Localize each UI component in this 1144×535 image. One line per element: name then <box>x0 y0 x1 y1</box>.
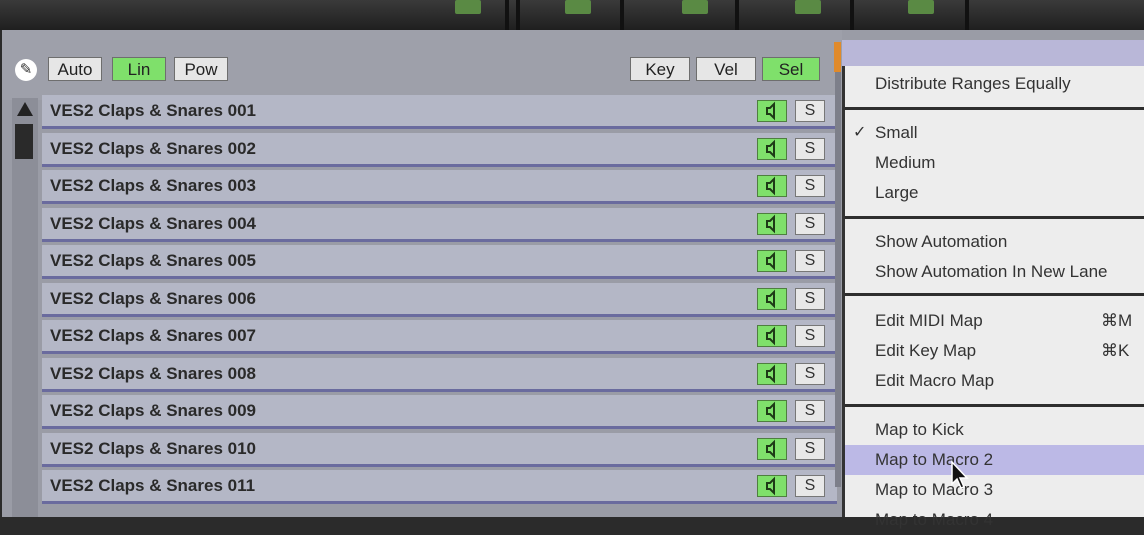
divider <box>850 0 854 30</box>
speaker-icon[interactable] <box>757 475 787 497</box>
chain-row[interactable]: VES2 Claps & Snares 008 S <box>42 357 837 392</box>
context-menu: Distribute Ranges Equally ✓ Small Medium … <box>842 66 1144 529</box>
chain-name: VES2 Claps & Snares 006 <box>50 288 257 308</box>
auto-button[interactable]: Auto <box>48 57 102 81</box>
menu-item-edit-key-map[interactable]: Edit Key Map ⌘K <box>845 336 1144 366</box>
divider <box>505 0 509 30</box>
checkmark-icon: ✓ <box>853 124 867 141</box>
chain-toolbar: ✎ Auto Lin Pow Key Vel Sel <box>2 30 842 100</box>
chain-row[interactable]: VES2 Claps & Snares 001 S <box>42 95 837 129</box>
solo-button[interactable]: S <box>795 437 825 460</box>
solo-button[interactable]: S <box>795 100 825 122</box>
chain-row[interactable]: VES2 Claps & Snares 005 S <box>42 245 837 279</box>
wrench-icon[interactable]: ✎ <box>15 59 37 81</box>
scroll-thumb[interactable] <box>15 124 33 159</box>
chain-name: VES2 Claps & Snares 002 <box>50 138 257 158</box>
speaker-icon[interactable] <box>757 437 787 460</box>
menu-item-show-automation[interactable]: Show Automation <box>845 227 1144 257</box>
menu-item-map-to-macro-3[interactable]: Map to Macro 3 <box>845 475 1144 505</box>
solo-button[interactable]: S <box>795 250 825 272</box>
chain-name: VES2 Claps & Snares 010 <box>50 438 257 458</box>
track-button[interactable] <box>455 0 481 14</box>
speaker-icon[interactable] <box>757 100 787 122</box>
solo-button[interactable]: S <box>795 400 825 422</box>
chain-row[interactable]: VES2 Claps & Snares 006 S <box>42 282 837 317</box>
menu-item-distribute-ranges[interactable]: Distribute Ranges Equally <box>845 69 1144 99</box>
menu-item-edit-midi-map[interactable]: Edit MIDI Map ⌘M <box>845 306 1144 336</box>
divider <box>735 0 739 30</box>
speaker-icon[interactable] <box>757 250 787 272</box>
menu-item-small[interactable]: ✓ Small <box>845 118 1144 148</box>
divider <box>965 0 969 30</box>
menu-item-medium[interactable]: Medium <box>845 148 1144 178</box>
speaker-icon[interactable] <box>757 287 787 310</box>
menu-item-edit-macro-map[interactable]: Edit Macro Map <box>845 366 1144 396</box>
menu-item-large[interactable]: Large <box>845 178 1144 208</box>
scrollbar[interactable] <box>12 98 38 517</box>
solo-button[interactable]: S <box>795 287 825 310</box>
divider <box>620 0 624 30</box>
solo-button[interactable]: S <box>795 137 825 160</box>
chain-name: VES2 Claps & Snares 003 <box>50 176 257 195</box>
chain-name: VES2 Claps & Snares 009 <box>50 401 257 420</box>
menu-separator <box>845 404 1144 407</box>
chain-name: VES2 Claps & Snares 004 <box>50 213 257 233</box>
scroll-up-arrow-icon[interactable] <box>17 102 33 116</box>
speaker-icon[interactable] <box>757 175 787 197</box>
chain-row[interactable]: VES2 Claps & Snares 009 S <box>42 395 837 429</box>
chain-name: VES2 Claps & Snares 005 <box>50 251 257 270</box>
menu-item-map-to-macro-2[interactable]: Map to Macro 2 <box>845 445 1144 475</box>
track-button[interactable] <box>908 0 934 14</box>
range-editor-gutter <box>835 65 841 487</box>
solo-button[interactable]: S <box>795 212 825 235</box>
menu-separator <box>845 293 1144 296</box>
sel-button[interactable]: Sel <box>762 57 820 81</box>
chain-name: VES2 Claps & Snares 008 <box>50 363 257 383</box>
chain-name: VES2 Claps & Snares 001 <box>50 101 257 120</box>
chain-row[interactable]: VES2 Claps & Snares 007 S <box>42 320 837 354</box>
solo-button[interactable]: S <box>795 475 825 497</box>
track-button[interactable] <box>795 0 821 14</box>
pow-button[interactable]: Pow <box>174 57 228 81</box>
solo-button[interactable]: S <box>795 325 825 347</box>
mouse-cursor-icon <box>951 460 969 489</box>
solo-button[interactable]: S <box>795 362 825 385</box>
chain-row[interactable]: VES2 Claps & Snares 004 S <box>42 207 837 242</box>
speaker-icon[interactable] <box>757 212 787 235</box>
menu-separator <box>845 107 1144 110</box>
lin-button[interactable]: Lin <box>112 57 166 81</box>
solo-button[interactable]: S <box>795 175 825 197</box>
divider <box>516 0 520 30</box>
chain-row[interactable]: VES2 Claps & Snares 010 S <box>42 432 837 467</box>
menu-item-map-to-kick[interactable]: Map to Kick <box>845 415 1144 445</box>
chain-row[interactable]: VES2 Claps & Snares 011 S <box>42 470 837 504</box>
zone-editor-header <box>842 40 1144 68</box>
vel-button[interactable]: Vel <box>696 57 756 81</box>
chain-name: VES2 Claps & Snares 011 <box>50 476 256 495</box>
chain-row[interactable]: VES2 Claps & Snares 003 S <box>42 170 837 204</box>
speaker-icon[interactable] <box>757 362 787 385</box>
key-button[interactable]: Key <box>630 57 690 81</box>
track-button[interactable] <box>682 0 708 14</box>
speaker-icon[interactable] <box>757 325 787 347</box>
track-strip <box>0 0 1144 30</box>
chain-row[interactable]: VES2 Claps & Snares 002 S <box>42 132 837 167</box>
menu-item-map-to-macro-4[interactable]: Map to Macro 4 <box>845 505 1144 535</box>
track-button[interactable] <box>565 0 591 14</box>
chain-name: VES2 Claps & Snares 007 <box>50 326 257 345</box>
speaker-icon[interactable] <box>757 400 787 422</box>
menu-item-show-automation-new-lane[interactable]: Show Automation In New Lane <box>845 257 1144 287</box>
speaker-icon[interactable] <box>757 137 787 160</box>
menu-separator <box>845 216 1144 219</box>
selection-marker <box>834 42 841 72</box>
